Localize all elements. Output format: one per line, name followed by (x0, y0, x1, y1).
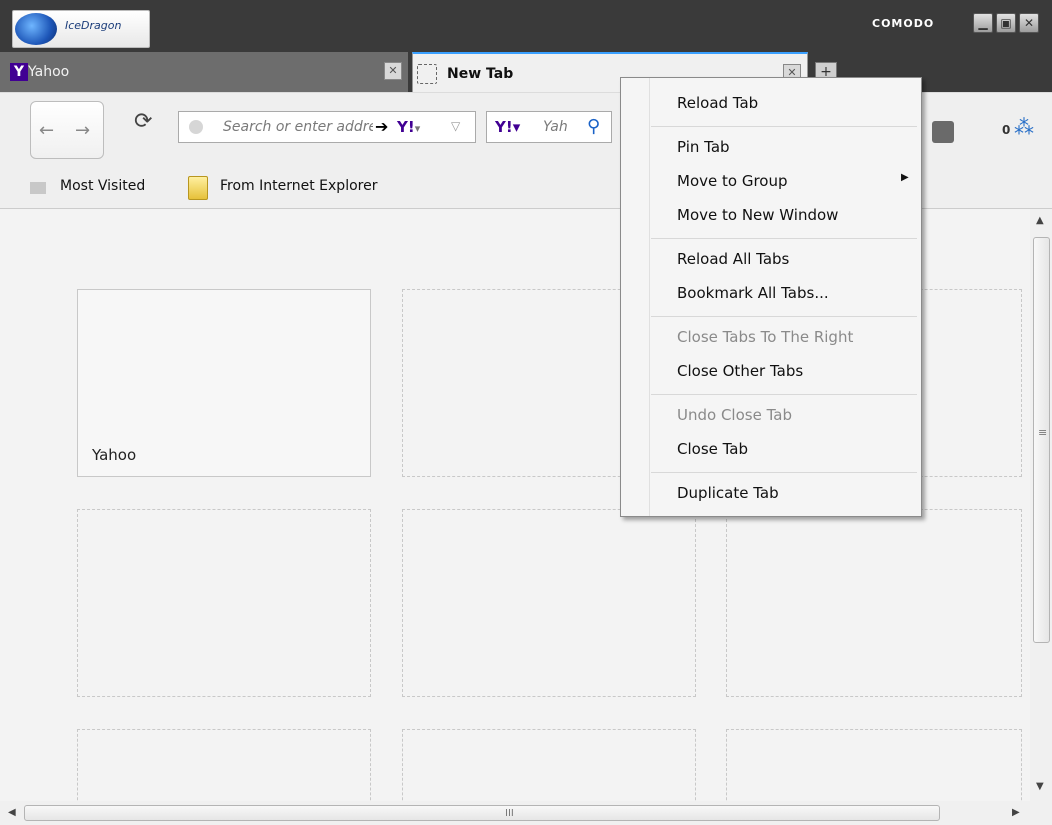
tab-context-menu: Reload Tab Pin Tab Move to Group ▶ Move … (620, 77, 922, 517)
empty-tile[interactable] (726, 729, 1022, 810)
url-bar[interactable]: Search or enter address ➔ Y!▾ ▽ (178, 111, 476, 143)
maximize-button[interactable]: ▣ (996, 13, 1016, 33)
empty-tile[interactable] (77, 509, 371, 697)
app-logo[interactable]: IceDragon (12, 10, 150, 48)
empty-tile[interactable] (77, 729, 371, 810)
menu-separator (651, 472, 917, 473)
submenu-arrow-icon: ▶ (901, 172, 909, 183)
yahoo-y-icon: Y (10, 63, 28, 81)
url-input[interactable]: Search or enter address (223, 119, 373, 135)
search-input[interactable]: Yah (543, 119, 568, 135)
chevron-down-icon: ▾ (414, 122, 421, 135)
yahoo-engine-icon[interactable]: Y!▾ (397, 118, 420, 136)
vertical-scrollbar[interactable]: ▲ ≡ ▼ (1030, 209, 1052, 801)
menu-separator (651, 394, 917, 395)
horizontal-scrollbar[interactable]: ◀ III ▶ (0, 801, 1030, 825)
menu-item-reload-tab[interactable]: Reload Tab (677, 94, 758, 112)
menu-item-bookmark-all-tabs[interactable]: Bookmark All Tabs... (677, 284, 829, 302)
minimize-button[interactable]: ▁ (973, 13, 993, 33)
menu-separator (651, 238, 917, 239)
notification-count: 0 (1002, 123, 1011, 137)
empty-tile[interactable] (402, 729, 696, 810)
close-window-button[interactable]: ✕ (1019, 13, 1039, 33)
menu-item-close-tabs-to-the-right: Close Tabs To The Right (677, 328, 854, 346)
extension-icon[interactable] (932, 121, 954, 143)
history-dropdown-icon[interactable]: ▽ (451, 119, 460, 133)
menu-item-close-tab[interactable]: Close Tab (677, 440, 748, 458)
vertical-scroll-thumb[interactable] (1033, 237, 1050, 643)
menu-item-undo-close-tab: Undo Close Tab (677, 406, 792, 424)
icedragon-logo-icon (15, 13, 57, 45)
scroll-up-icon[interactable]: ▲ (1036, 215, 1044, 226)
app-logo-text: IceDragon (65, 19, 122, 32)
tab-yahoo[interactable]: Y Yahoo ✕ (0, 52, 408, 92)
menu-separator (651, 316, 917, 317)
back-forward-group: ← → (30, 101, 104, 159)
brand-label: COMODO (872, 17, 935, 30)
reload-icon[interactable]: ⟳ (134, 109, 152, 134)
title-bar: IceDragon COMODO ▁ ▣ ✕ (0, 0, 1052, 52)
go-arrow-icon[interactable]: ➔ (375, 117, 388, 136)
menu-item-duplicate-tab[interactable]: Duplicate Tab (677, 484, 779, 502)
menu-item-pin-tab[interactable]: Pin Tab (677, 138, 730, 156)
folder-icon (188, 176, 208, 200)
scrollbar-corner (1030, 801, 1052, 825)
empty-tile[interactable] (726, 509, 1022, 697)
tab-label: New Tab (447, 66, 514, 82)
url-engine-label: Y! (397, 118, 415, 136)
empty-tile[interactable] (402, 509, 696, 697)
scroll-grip-icon: ≡ (1038, 426, 1048, 439)
scroll-grip-icon: III (505, 808, 514, 819)
bookmark-most-visited[interactable]: Most Visited (60, 178, 145, 194)
site-tile[interactable]: Yahoo (77, 289, 371, 477)
search-icon[interactable]: ⚲ (587, 116, 600, 137)
menu-item-move-to-new-window[interactable]: Move to New Window (677, 206, 838, 224)
folder-icon (30, 182, 46, 194)
menu-item-move-to-group[interactable]: Move to Group (677, 172, 788, 190)
bookmark-from-internet-explorer[interactable]: From Internet Explorer (220, 178, 377, 194)
menu-item-reload-all-tabs[interactable]: Reload All Tabs (677, 250, 789, 268)
horizontal-scroll-thumb[interactable]: III (24, 805, 940, 821)
menu-item-close-other-tabs[interactable]: Close Other Tabs (677, 362, 803, 380)
scroll-down-icon[interactable]: ▼ (1036, 781, 1044, 792)
scroll-right-icon[interactable]: ▶ (1012, 807, 1020, 818)
share-icon[interactable]: ⁂ (1014, 115, 1034, 139)
search-bar[interactable]: Y!▾ Yah ⚲ (486, 111, 612, 143)
forward-arrow-icon[interactable]: → (75, 120, 90, 141)
site-identity-icon[interactable] (189, 120, 203, 134)
tile-title: Yahoo (92, 446, 137, 464)
menu-separator (651, 126, 917, 127)
back-arrow-icon[interactable]: ← (39, 120, 54, 141)
dashed-page-icon (417, 64, 437, 84)
scroll-left-icon[interactable]: ◀ (8, 807, 16, 818)
menu-gutter (649, 78, 650, 516)
tab-close-icon[interactable]: ✕ (384, 62, 402, 80)
tab-label: Yahoo (28, 64, 70, 80)
search-engine-selector[interactable]: Y!▾ (495, 118, 520, 136)
